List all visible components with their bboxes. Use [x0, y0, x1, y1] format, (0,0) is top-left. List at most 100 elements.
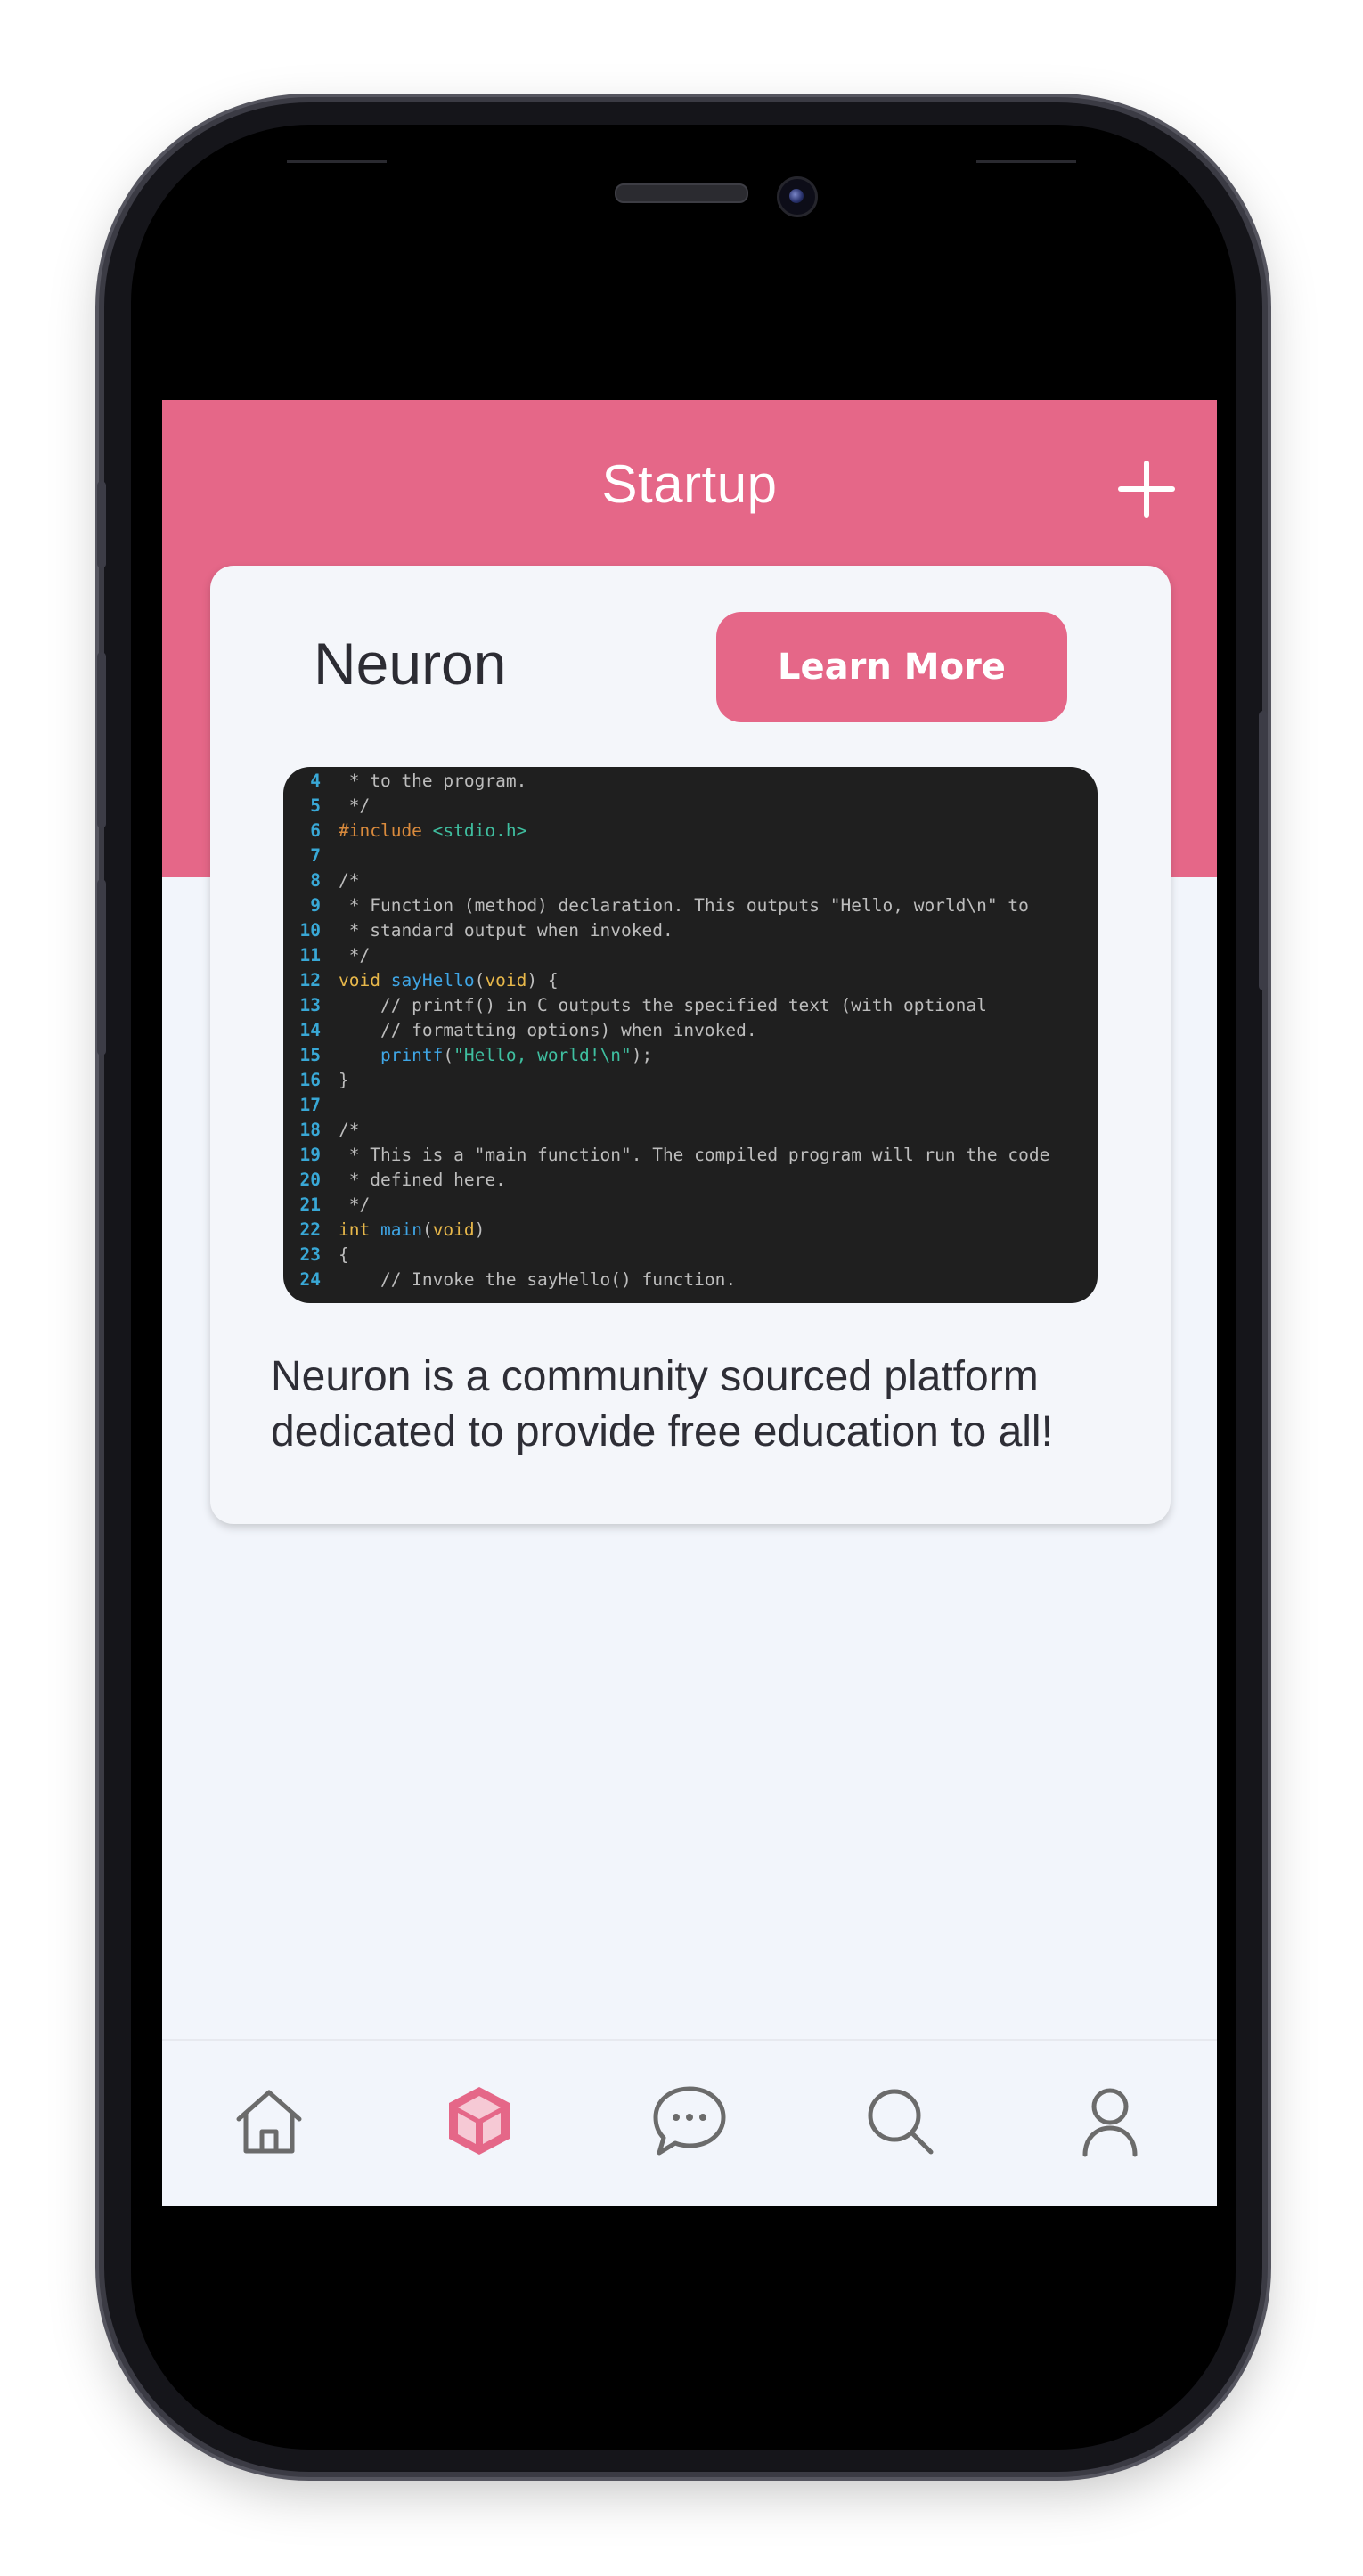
code-line: 19 * This is a "main function". The comp…	[283, 1145, 1050, 1170]
code-line-number: 15	[299, 1045, 321, 1065]
mute-switch	[97, 481, 106, 568]
code-line-number: 6	[310, 820, 321, 841]
code-token: */	[339, 795, 371, 816]
code-token: // Invoke the sayHello() function.	[339, 1269, 737, 1290]
code-line: 4 * to the program.	[283, 770, 526, 795]
code-token: void	[339, 970, 391, 990]
search-icon	[868, 2089, 934, 2155]
code-line: 16}	[283, 1070, 349, 1095]
code-line: 24 // Invoke the sayHello() function.	[283, 1269, 737, 1294]
tab-chat[interactable]	[636, 2067, 743, 2174]
code-token: #include	[339, 820, 433, 841]
code-token: void	[432, 1219, 475, 1240]
code-line: 12 void sayHello(void) {	[283, 970, 559, 995]
code-line: 7	[283, 845, 339, 870]
startup-card: Neuron Learn More 4 * to the program. 5 *…	[210, 566, 1171, 1524]
card-description-line: Neuron is a community sourced platform	[271, 1353, 1039, 1400]
card-title: Neuron	[314, 631, 507, 697]
code-token: (	[443, 1045, 454, 1065]
code-token: (	[421, 1219, 433, 1240]
card-description: Neuron is a community sourced platform d…	[271, 1349, 1126, 1460]
code-token: * defined here.	[339, 1170, 506, 1190]
plus-icon	[1118, 461, 1175, 518]
code-line: 8 /*	[283, 870, 359, 895]
code-line: 22 int main(void)	[283, 1219, 486, 1244]
code-token: */	[339, 945, 371, 966]
code-token: * Function (method) declaration. This ou…	[339, 895, 1029, 916]
code-token: "Hello, world!\n"	[453, 1045, 632, 1065]
code-token: void	[485, 970, 527, 990]
cube-icon	[449, 2087, 510, 2155]
code-token: sayHello	[390, 970, 475, 990]
tab-home[interactable]	[216, 2067, 322, 2174]
antenna-line-left	[287, 160, 387, 163]
code-token: * standard output when invoked.	[339, 920, 673, 941]
code-line-number: 23	[299, 1244, 321, 1265]
code-line: 13 // printf() in C outputs the specifie…	[283, 995, 987, 1020]
home-icon	[236, 2090, 302, 2154]
code-line-number: 19	[299, 1145, 321, 1165]
antenna-line-right	[976, 160, 1076, 163]
tab-startup[interactable]	[426, 2067, 533, 2174]
app-screen: Startup Neuron Learn More 4 * to the pro…	[162, 400, 1217, 2206]
code-token: printf	[339, 1045, 444, 1065]
code-line-number: 21	[299, 1194, 321, 1215]
code-token: * to the program.	[339, 770, 527, 791]
code-line: 6 #include <stdio.h>	[283, 820, 526, 845]
code-token: * This is a "main function". The compile…	[339, 1145, 1050, 1165]
code-line-number: 17	[299, 1095, 321, 1115]
code-token: );	[631, 1045, 653, 1065]
code-line-number: 22	[299, 1219, 321, 1240]
earpiece-speaker	[615, 183, 748, 203]
front-camera	[777, 176, 818, 217]
code-token: {	[339, 1244, 349, 1265]
code-line-number: 8	[310, 870, 321, 891]
code-token: (	[474, 970, 486, 990]
code-line: 21 */	[283, 1194, 371, 1219]
code-line-number: 5	[310, 795, 321, 816]
code-line: 9 * Function (method) declaration. This …	[283, 895, 1029, 920]
code-token: // printf() in C outputs the specified t…	[339, 995, 987, 1015]
code-token: // formatting options) when invoked.	[339, 1020, 757, 1040]
code-token: <stdio.h>	[432, 820, 527, 841]
code-token: )	[474, 1219, 486, 1240]
code-line-number: 13	[299, 995, 321, 1015]
tab-profile[interactable]	[1057, 2067, 1163, 2174]
code-token: /*	[339, 870, 360, 891]
code-token: ) {	[526, 970, 559, 990]
code-line-number: 20	[299, 1170, 321, 1190]
code-token: int	[339, 1219, 380, 1240]
code-line-number: 10	[299, 920, 321, 941]
code-token: */	[339, 1194, 371, 1215]
chat-icon	[653, 2086, 726, 2156]
code-line: 23 {	[283, 1244, 349, 1269]
code-line-number: 11	[299, 945, 321, 966]
code-line: 20 * defined here.	[283, 1170, 506, 1194]
code-token: }	[339, 1070, 349, 1090]
code-line: 15 printf("Hello, world!\n");	[283, 1045, 653, 1070]
code-line: 17	[283, 1095, 339, 1120]
code-line: 14 // formatting options) when invoked.	[283, 1020, 757, 1045]
page-title: Startup	[601, 454, 778, 514]
code-token: main	[380, 1219, 422, 1240]
bottom-tab-bar	[162, 2039, 1217, 2206]
code-token: /*	[339, 1120, 360, 1140]
code-line-number: 12	[299, 970, 321, 990]
code-line-number: 7	[310, 845, 321, 866]
code-line-number: 4	[310, 770, 321, 791]
learn-more-button[interactable]: Learn More	[716, 612, 1067, 722]
power-button	[1259, 711, 1268, 990]
code-line-number: 24	[299, 1269, 321, 1290]
add-button[interactable]	[1115, 458, 1178, 520]
code-line-number: 18	[299, 1120, 321, 1140]
code-line-number: 9	[310, 895, 321, 916]
code-line: 10 * standard output when invoked.	[283, 920, 673, 945]
code-line: 11 */	[283, 945, 371, 970]
profile-icon	[1082, 2088, 1138, 2157]
card-description-line: dedicated to provide free education to a…	[271, 1408, 1053, 1455]
tab-search[interactable]	[846, 2067, 953, 2174]
code-line-number: 14	[299, 1020, 321, 1040]
code-preview-image: 4 * to the program. 5 */6 #include <stdio.…	[283, 767, 1098, 1303]
code-line-number: 16	[299, 1070, 321, 1090]
volume-down-button	[97, 879, 106, 1056]
